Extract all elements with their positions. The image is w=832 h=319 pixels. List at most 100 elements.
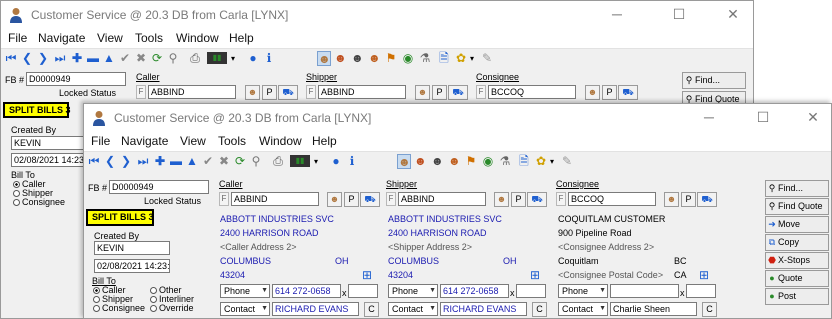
caller-phone-type-select[interactable]: Phone ▼ bbox=[220, 284, 270, 298]
filter-icon[interactable]: ⚗ bbox=[419, 51, 431, 66]
report-icon[interactable]: 🗎 bbox=[518, 154, 530, 169]
consignee-contact-field[interactable]: Charlie Sheen bbox=[610, 302, 697, 316]
caller-code-field[interactable]: ABBIND bbox=[148, 85, 236, 99]
first-record-icon[interactable]: ⏮ bbox=[5, 51, 17, 66]
screen-icon[interactable]: ▮▮ bbox=[290, 155, 310, 167]
binoculars-icon[interactable]: ⚲ bbox=[250, 154, 262, 169]
last-record-icon[interactable]: ⏭ bbox=[136, 154, 150, 169]
settings-dropdown-icon[interactable]: ▾ bbox=[468, 51, 476, 66]
find-button[interactable]: ⚲ Find... bbox=[682, 72, 746, 89]
caller-p-button[interactable]: P bbox=[344, 192, 359, 207]
refresh-icon[interactable]: ⟳ bbox=[151, 51, 163, 66]
close-button[interactable]: ✕ bbox=[718, 5, 748, 23]
caller-contact-type-select[interactable]: Contact ▼ bbox=[220, 302, 270, 316]
tools-icon[interactable]: ✎ bbox=[481, 51, 493, 66]
customer-person-icon[interactable]: ☻ bbox=[397, 154, 411, 169]
cancel-icon[interactable]: ✖ bbox=[135, 51, 147, 66]
fork-icon[interactable]: ⚑ bbox=[385, 51, 397, 66]
shipper-contact-field[interactable]: RICHARD EVANS bbox=[440, 302, 527, 316]
previous-record-icon[interactable]: ❮ bbox=[21, 51, 33, 66]
maximize-button[interactable]: ☐ bbox=[748, 108, 778, 126]
shipper-lookup-person-icon[interactable]: ☻ bbox=[494, 192, 509, 207]
move-button[interactable]: ➜ Move bbox=[765, 216, 829, 233]
shipper-contact-type-select[interactable]: Contact ▼ bbox=[388, 302, 438, 316]
shipper-code-field[interactable]: ABBIND bbox=[318, 85, 406, 99]
shipper-phone-field[interactable]: 614 272-0658 bbox=[440, 284, 509, 298]
users-icon[interactable]: ☻ bbox=[414, 154, 427, 169]
consignee-lookup-person-icon[interactable]: ☻ bbox=[664, 192, 679, 207]
tools-icon[interactable]: ✎ bbox=[561, 154, 573, 169]
driver-icon[interactable]: ☻ bbox=[351, 51, 364, 66]
post-button[interactable]: ● Post bbox=[765, 288, 829, 305]
caller-truck-icon[interactable]: ⛟ bbox=[360, 192, 380, 207]
print-icon[interactable]: ⎙ bbox=[188, 51, 202, 66]
up-icon[interactable]: ▲ bbox=[103, 51, 115, 66]
customer-service-window-front[interactable]: Customer Service @ 20.3 DB from Carla [L… bbox=[83, 103, 832, 319]
driver-icon[interactable]: ☻ bbox=[431, 154, 444, 169]
menu-navigate[interactable]: Navigate bbox=[121, 134, 168, 148]
info-icon[interactable]: ℹ bbox=[263, 51, 275, 66]
post-check-icon[interactable]: ✔ bbox=[119, 51, 131, 66]
shipper-p-button[interactable]: P bbox=[511, 192, 526, 207]
dispatch-icon[interactable]: ☻ bbox=[448, 154, 461, 169]
info-icon[interactable]: ℹ bbox=[346, 154, 358, 169]
next-record-icon[interactable]: ❯ bbox=[120, 154, 132, 169]
shipper-truck-icon[interactable]: ⛟ bbox=[527, 192, 547, 207]
shipper-lookup-person-icon[interactable]: ☻ bbox=[415, 85, 430, 100]
add-record-icon[interactable]: ✚ bbox=[154, 154, 166, 169]
delete-record-icon[interactable]: ▬ bbox=[87, 51, 99, 66]
settings-icon[interactable]: ✿ bbox=[455, 51, 467, 66]
caller-ext-field[interactable] bbox=[348, 284, 378, 298]
minimize-button[interactable]: ─ bbox=[694, 108, 724, 126]
menu-help[interactable]: Help bbox=[312, 134, 337, 148]
shipper-map-icon[interactable]: ⊞ bbox=[529, 268, 541, 283]
consignee-contact-type-select[interactable]: Contact ▼ bbox=[558, 302, 608, 316]
users-icon[interactable]: ☻ bbox=[334, 51, 347, 66]
consignee-p-button[interactable]: P bbox=[681, 192, 696, 207]
menu-file[interactable]: File bbox=[91, 134, 110, 148]
customer-person-icon[interactable]: ☻ bbox=[317, 51, 331, 66]
report-icon[interactable]: 🗎 bbox=[438, 51, 450, 66]
cancel-icon[interactable]: ✖ bbox=[218, 154, 230, 169]
globe-icon[interactable]: ◉ bbox=[482, 154, 494, 169]
minimize-button[interactable]: ─ bbox=[602, 5, 632, 23]
consignee-lookup-person-icon[interactable]: ☻ bbox=[585, 85, 600, 100]
caller-p-button[interactable]: P bbox=[262, 85, 277, 100]
consignee-truck-icon[interactable]: ⛟ bbox=[697, 192, 717, 207]
caller-c-button[interactable]: C bbox=[364, 302, 379, 317]
help-icon[interactable]: ● bbox=[247, 51, 259, 66]
caller-lookup-person-icon[interactable]: ☻ bbox=[245, 85, 260, 100]
menu-view[interactable]: View bbox=[180, 134, 206, 148]
globe-icon[interactable]: ◉ bbox=[402, 51, 414, 66]
title-bar[interactable]: Customer Service @ 20.3 DB from Carla [L… bbox=[84, 104, 831, 132]
created-date-field[interactable]: 02/08/2021 14:23:14 bbox=[94, 259, 170, 273]
shipper-ext-field[interactable] bbox=[516, 284, 546, 298]
next-record-icon[interactable]: ❯ bbox=[37, 51, 49, 66]
consignee-ext-field[interactable] bbox=[686, 284, 716, 298]
menu-file[interactable]: File bbox=[8, 31, 27, 45]
menu-window[interactable]: Window bbox=[176, 31, 219, 45]
menu-tools[interactable]: Tools bbox=[218, 134, 246, 148]
caller-contact-field[interactable]: RICHARD EVANS bbox=[272, 302, 359, 316]
print-icon[interactable]: ⎙ bbox=[271, 154, 285, 169]
settings-dropdown-icon[interactable]: ▾ bbox=[548, 154, 556, 169]
caller-phone-field[interactable]: 614 272-0658 bbox=[272, 284, 341, 298]
refresh-icon[interactable]: ⟳ bbox=[234, 154, 246, 169]
caller-truck-icon[interactable]: ⛟ bbox=[278, 85, 298, 100]
fork-icon[interactable]: ⚑ bbox=[465, 154, 477, 169]
shipper-truck-icon[interactable]: ⛟ bbox=[448, 85, 468, 100]
close-button[interactable]: ✕ bbox=[798, 108, 828, 126]
menu-window[interactable]: Window bbox=[259, 134, 302, 148]
screen-icon[interactable]: ▮▮ bbox=[207, 52, 227, 64]
shipper-p-button[interactable]: P bbox=[432, 85, 447, 100]
consignee-code-field[interactable]: BCCOQ bbox=[568, 192, 656, 206]
settings-icon[interactable]: ✿ bbox=[535, 154, 547, 169]
last-record-icon[interactable]: ⏭ bbox=[53, 51, 67, 66]
screen-dropdown-icon[interactable]: ▾ bbox=[312, 154, 320, 169]
title-bar[interactable]: Customer Service @ 20.3 DB from Carla [L… bbox=[1, 1, 753, 29]
consignee-truck-icon[interactable]: ⛟ bbox=[618, 85, 638, 100]
consignee-p-button[interactable]: P bbox=[602, 85, 617, 100]
find-button[interactable]: ⚲ Find... bbox=[765, 180, 829, 197]
menu-view[interactable]: View bbox=[97, 31, 123, 45]
binoculars-icon[interactable]: ⚲ bbox=[167, 51, 179, 66]
